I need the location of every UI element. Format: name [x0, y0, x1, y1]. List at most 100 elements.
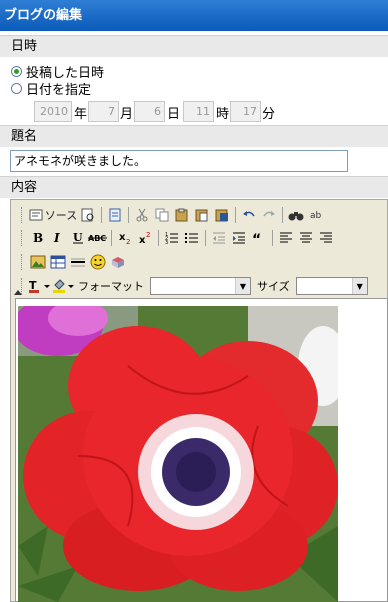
redo-button[interactable] — [259, 205, 279, 225]
bold-icon: B — [33, 231, 43, 245]
outdent-icon — [213, 232, 225, 244]
bullet-list-icon — [185, 233, 198, 243]
svg-text:U: U — [73, 231, 83, 244]
day-unit: 日 — [167, 107, 181, 122]
italic-button[interactable]: I — [48, 228, 68, 248]
svg-text:x: x — [139, 235, 146, 245]
svg-text:“: “ — [252, 232, 261, 245]
source-icon — [29, 209, 43, 221]
redo-icon — [263, 211, 275, 217]
toolbar-separator — [272, 230, 273, 246]
toolbar-separator — [101, 207, 102, 223]
align-right-icon — [320, 232, 332, 243]
indent-icon — [233, 232, 245, 244]
format-value — [151, 278, 235, 294]
content-section-label: 内容 — [0, 176, 388, 198]
paste-word-icon — [215, 209, 228, 222]
text-color-button[interactable]: T — [28, 276, 52, 296]
svg-text:I: I — [53, 231, 60, 245]
size-label: サイズ — [257, 280, 290, 293]
toolbar-grip — [21, 207, 25, 223]
year-input[interactable]: 2010 — [34, 101, 72, 122]
radio-specify-date[interactable]: 日付を指定 — [11, 79, 91, 98]
title-section-label: 題名 — [0, 125, 388, 147]
year-unit: 年 — [74, 107, 88, 122]
radio-selected-icon — [11, 66, 22, 77]
svg-text:3: 3 — [165, 240, 168, 245]
binoculars-icon — [288, 212, 304, 221]
table-button[interactable] — [48, 252, 68, 272]
special-char-button[interactable] — [108, 252, 128, 272]
paste-text-button[interactable] — [192, 205, 212, 225]
chevron-down-icon: ▼ — [235, 278, 250, 294]
bold-button[interactable]: B — [28, 228, 48, 248]
underline-button[interactable]: U — [68, 228, 88, 248]
bg-color-button[interactable] — [52, 276, 76, 296]
strikethrough-icon: ABC — [88, 234, 107, 243]
undo-icon — [243, 211, 255, 217]
template-button[interactable] — [105, 205, 125, 225]
horizontal-rule-icon — [71, 258, 85, 267]
smiley-button[interactable] — [88, 252, 108, 272]
image-button[interactable] — [28, 252, 48, 272]
minute-input[interactable]: 17 — [230, 101, 261, 122]
smiley-icon — [90, 254, 106, 270]
toolbar-row-3 — [21, 251, 128, 273]
superscript-icon: x2 — [139, 231, 150, 245]
replace-button[interactable]: ab — [306, 205, 326, 225]
special-char-icon — [112, 257, 124, 268]
toolbar-grip — [21, 278, 25, 294]
source-button[interactable]: ソース — [28, 205, 78, 225]
paste-button[interactable] — [172, 205, 192, 225]
datetime-section-label: 日時 — [0, 35, 388, 57]
size-select[interactable]: ▼ — [295, 277, 368, 295]
toolbar-separator — [235, 207, 236, 223]
indent-button[interactable] — [229, 228, 249, 248]
text-color-icon: T — [29, 279, 50, 293]
align-center-icon — [300, 232, 312, 243]
toolbar-grip — [21, 254, 25, 270]
svg-text:ab: ab — [310, 211, 322, 221]
strike-button[interactable]: ABC — [88, 228, 108, 248]
blockquote-button[interactable]: “ — [249, 228, 269, 248]
numbered-list-button[interactable]: 123 — [162, 228, 182, 248]
source-label: ソース — [44, 209, 78, 222]
toolbar-separator — [111, 230, 112, 246]
svg-text:2: 2 — [126, 238, 130, 245]
cut-icon — [136, 208, 148, 222]
page-title: ブログの編集 — [0, 0, 388, 31]
bullet-list-button[interactable] — [182, 228, 202, 248]
hour-input[interactable]: 11 — [183, 101, 214, 122]
horizontal-rule-button[interactable] — [68, 252, 88, 272]
minute-unit: 分 — [262, 107, 276, 122]
quote-icon: “ — [252, 232, 261, 245]
align-right-button[interactable] — [316, 228, 336, 248]
copy-button[interactable] — [152, 205, 172, 225]
align-center-button[interactable] — [296, 228, 316, 248]
find-button[interactable] — [286, 205, 306, 225]
chevron-down-icon: ▼ — [351, 278, 367, 294]
align-left-button[interactable] — [276, 228, 296, 248]
month-input[interactable]: 7 — [88, 101, 119, 122]
cut-button[interactable] — [132, 205, 152, 225]
day-input[interactable]: 6 — [134, 101, 165, 122]
toolbar-grip — [21, 230, 25, 246]
toolbar-separator — [158, 230, 159, 246]
title-input[interactable]: アネモネが咲きました。 — [10, 150, 348, 172]
preview-button[interactable] — [78, 205, 98, 225]
superscript-button[interactable]: x2 — [135, 228, 155, 248]
toolbar-row-4: T フォーマット ▼ サイズ ▼ — [21, 275, 368, 297]
subscript-button[interactable]: x2 — [115, 228, 135, 248]
numbered-list-icon: 123 — [165, 232, 178, 245]
format-select[interactable]: ▼ — [150, 277, 251, 295]
copy-icon — [155, 208, 169, 222]
toolbar-row-2: B I U ABC x2 x2 123 “ — [21, 227, 336, 249]
svg-text:x: x — [119, 232, 126, 243]
radio-specify-label: 日付を指定 — [26, 83, 92, 98]
outdent-button[interactable] — [209, 228, 229, 248]
replace-icon: ab — [310, 211, 322, 221]
paste-word-button[interactable] — [212, 205, 232, 225]
preview-icon — [81, 208, 94, 222]
undo-button[interactable] — [239, 205, 259, 225]
italic-icon: I — [53, 231, 60, 245]
